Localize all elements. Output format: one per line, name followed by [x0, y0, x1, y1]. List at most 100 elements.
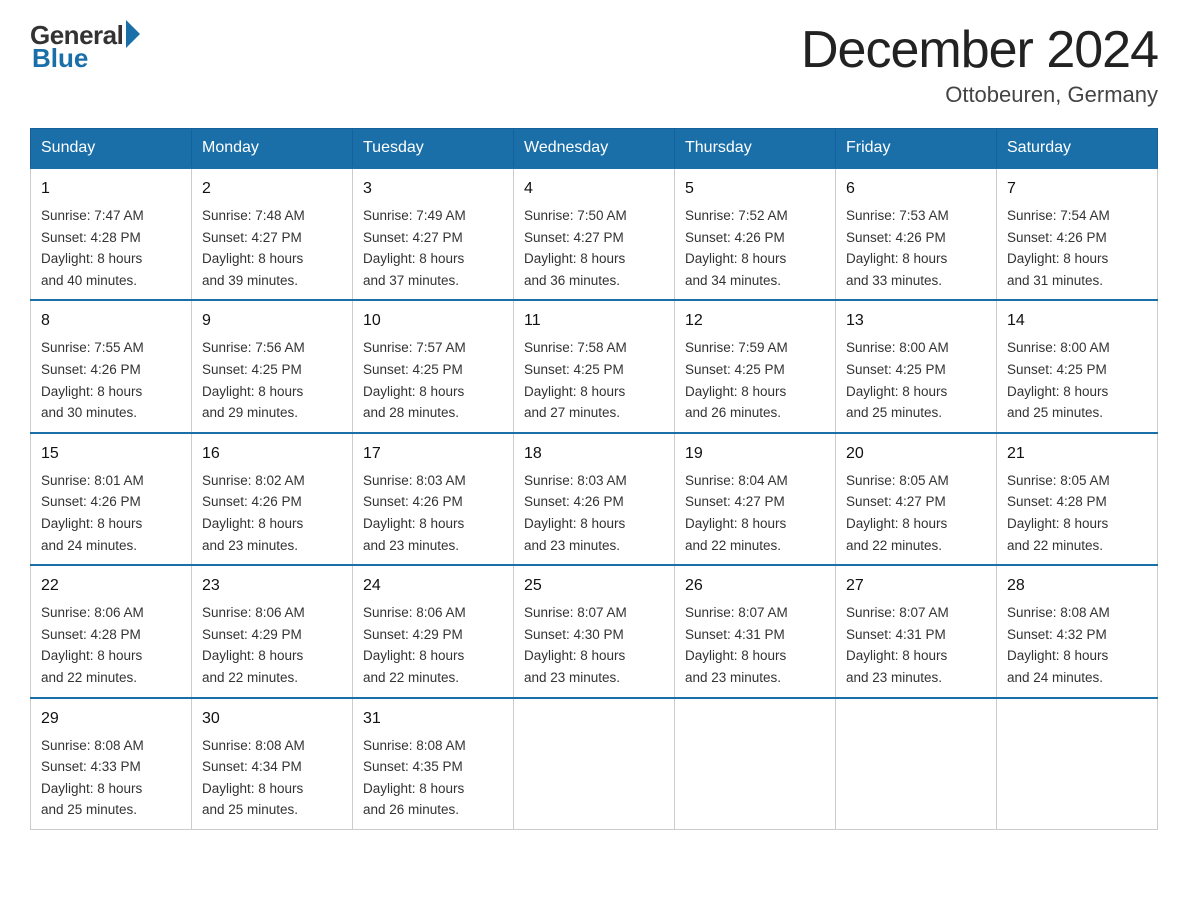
weekday-header-friday: Friday	[836, 129, 997, 169]
title-section: December 2024 Ottobeuren, Germany	[801, 20, 1158, 108]
month-title: December 2024	[801, 20, 1158, 80]
day-info: Sunrise: 8:08 AMSunset: 4:33 PMDaylight:…	[41, 735, 181, 821]
day-number: 12	[685, 309, 825, 333]
day-number: 25	[524, 574, 664, 598]
day-number: 27	[846, 574, 986, 598]
day-number: 18	[524, 442, 664, 466]
day-info: Sunrise: 8:05 AMSunset: 4:28 PMDaylight:…	[1007, 470, 1147, 556]
calendar-table: SundayMondayTuesdayWednesdayThursdayFrid…	[30, 128, 1158, 830]
day-number: 26	[685, 574, 825, 598]
day-number: 1	[41, 177, 181, 201]
calendar-cell: 12 Sunrise: 7:59 AMSunset: 4:25 PMDaylig…	[675, 300, 836, 432]
page-header: General Blue December 2024 Ottobeuren, G…	[30, 20, 1158, 108]
logo-triangle-icon	[126, 20, 140, 48]
logo-blue-text: Blue	[32, 43, 88, 74]
calendar-cell: 30 Sunrise: 8:08 AMSunset: 4:34 PMDaylig…	[192, 698, 353, 830]
day-number: 9	[202, 309, 342, 333]
day-number: 13	[846, 309, 986, 333]
calendar-cell: 27 Sunrise: 8:07 AMSunset: 4:31 PMDaylig…	[836, 565, 997, 697]
day-info: Sunrise: 8:00 AMSunset: 4:25 PMDaylight:…	[846, 337, 986, 423]
day-info: Sunrise: 8:01 AMSunset: 4:26 PMDaylight:…	[41, 470, 181, 556]
calendar-cell: 6 Sunrise: 7:53 AMSunset: 4:26 PMDayligh…	[836, 168, 997, 300]
day-info: Sunrise: 7:56 AMSunset: 4:25 PMDaylight:…	[202, 337, 342, 423]
week-row-3: 15 Sunrise: 8:01 AMSunset: 4:26 PMDaylig…	[31, 433, 1158, 565]
calendar-cell	[997, 698, 1158, 830]
day-number: 30	[202, 707, 342, 731]
day-number: 7	[1007, 177, 1147, 201]
week-row-1: 1 Sunrise: 7:47 AMSunset: 4:28 PMDayligh…	[31, 168, 1158, 300]
day-info: Sunrise: 8:06 AMSunset: 4:29 PMDaylight:…	[363, 602, 503, 688]
calendar-cell: 31 Sunrise: 8:08 AMSunset: 4:35 PMDaylig…	[353, 698, 514, 830]
calendar-cell	[514, 698, 675, 830]
calendar-cell: 19 Sunrise: 8:04 AMSunset: 4:27 PMDaylig…	[675, 433, 836, 565]
day-info: Sunrise: 7:47 AMSunset: 4:28 PMDaylight:…	[41, 205, 181, 291]
day-number: 6	[846, 177, 986, 201]
calendar-cell: 5 Sunrise: 7:52 AMSunset: 4:26 PMDayligh…	[675, 168, 836, 300]
day-info: Sunrise: 7:54 AMSunset: 4:26 PMDaylight:…	[1007, 205, 1147, 291]
calendar-cell: 11 Sunrise: 7:58 AMSunset: 4:25 PMDaylig…	[514, 300, 675, 432]
day-info: Sunrise: 8:08 AMSunset: 4:32 PMDaylight:…	[1007, 602, 1147, 688]
day-info: Sunrise: 7:57 AMSunset: 4:25 PMDaylight:…	[363, 337, 503, 423]
day-number: 10	[363, 309, 503, 333]
day-number: 14	[1007, 309, 1147, 333]
day-info: Sunrise: 8:08 AMSunset: 4:35 PMDaylight:…	[363, 735, 503, 821]
weekday-header-monday: Monday	[192, 129, 353, 169]
calendar-cell: 22 Sunrise: 8:06 AMSunset: 4:28 PMDaylig…	[31, 565, 192, 697]
day-number: 5	[685, 177, 825, 201]
day-number: 21	[1007, 442, 1147, 466]
calendar-cell: 3 Sunrise: 7:49 AMSunset: 4:27 PMDayligh…	[353, 168, 514, 300]
day-info: Sunrise: 7:59 AMSunset: 4:25 PMDaylight:…	[685, 337, 825, 423]
day-info: Sunrise: 7:49 AMSunset: 4:27 PMDaylight:…	[363, 205, 503, 291]
day-info: Sunrise: 8:07 AMSunset: 4:31 PMDaylight:…	[685, 602, 825, 688]
calendar-cell: 23 Sunrise: 8:06 AMSunset: 4:29 PMDaylig…	[192, 565, 353, 697]
day-number: 29	[41, 707, 181, 731]
day-number: 24	[363, 574, 503, 598]
day-info: Sunrise: 8:08 AMSunset: 4:34 PMDaylight:…	[202, 735, 342, 821]
calendar-cell: 13 Sunrise: 8:00 AMSunset: 4:25 PMDaylig…	[836, 300, 997, 432]
calendar-header-row: SundayMondayTuesdayWednesdayThursdayFrid…	[31, 129, 1158, 169]
calendar-cell: 25 Sunrise: 8:07 AMSunset: 4:30 PMDaylig…	[514, 565, 675, 697]
calendar-cell: 26 Sunrise: 8:07 AMSunset: 4:31 PMDaylig…	[675, 565, 836, 697]
logo: General Blue	[30, 20, 140, 74]
day-number: 8	[41, 309, 181, 333]
calendar-cell: 4 Sunrise: 7:50 AMSunset: 4:27 PMDayligh…	[514, 168, 675, 300]
day-number: 2	[202, 177, 342, 201]
day-number: 22	[41, 574, 181, 598]
day-number: 4	[524, 177, 664, 201]
day-number: 31	[363, 707, 503, 731]
week-row-2: 8 Sunrise: 7:55 AMSunset: 4:26 PMDayligh…	[31, 300, 1158, 432]
calendar-cell: 10 Sunrise: 7:57 AMSunset: 4:25 PMDaylig…	[353, 300, 514, 432]
day-info: Sunrise: 7:50 AMSunset: 4:27 PMDaylight:…	[524, 205, 664, 291]
calendar-cell: 9 Sunrise: 7:56 AMSunset: 4:25 PMDayligh…	[192, 300, 353, 432]
day-info: Sunrise: 7:52 AMSunset: 4:26 PMDaylight:…	[685, 205, 825, 291]
day-number: 28	[1007, 574, 1147, 598]
day-info: Sunrise: 8:06 AMSunset: 4:29 PMDaylight:…	[202, 602, 342, 688]
calendar-cell: 14 Sunrise: 8:00 AMSunset: 4:25 PMDaylig…	[997, 300, 1158, 432]
day-number: 11	[524, 309, 664, 333]
day-info: Sunrise: 8:07 AMSunset: 4:31 PMDaylight:…	[846, 602, 986, 688]
calendar-cell: 7 Sunrise: 7:54 AMSunset: 4:26 PMDayligh…	[997, 168, 1158, 300]
day-info: Sunrise: 7:58 AMSunset: 4:25 PMDaylight:…	[524, 337, 664, 423]
week-row-5: 29 Sunrise: 8:08 AMSunset: 4:33 PMDaylig…	[31, 698, 1158, 830]
weekday-header-sunday: Sunday	[31, 129, 192, 169]
calendar-cell: 15 Sunrise: 8:01 AMSunset: 4:26 PMDaylig…	[31, 433, 192, 565]
calendar-cell: 21 Sunrise: 8:05 AMSunset: 4:28 PMDaylig…	[997, 433, 1158, 565]
calendar-cell: 28 Sunrise: 8:08 AMSunset: 4:32 PMDaylig…	[997, 565, 1158, 697]
calendar-cell: 20 Sunrise: 8:05 AMSunset: 4:27 PMDaylig…	[836, 433, 997, 565]
day-info: Sunrise: 8:05 AMSunset: 4:27 PMDaylight:…	[846, 470, 986, 556]
day-number: 19	[685, 442, 825, 466]
day-info: Sunrise: 7:53 AMSunset: 4:26 PMDaylight:…	[846, 205, 986, 291]
calendar-cell: 24 Sunrise: 8:06 AMSunset: 4:29 PMDaylig…	[353, 565, 514, 697]
day-info: Sunrise: 7:55 AMSunset: 4:26 PMDaylight:…	[41, 337, 181, 423]
calendar-cell: 2 Sunrise: 7:48 AMSunset: 4:27 PMDayligh…	[192, 168, 353, 300]
calendar-cell	[836, 698, 997, 830]
location: Ottobeuren, Germany	[801, 82, 1158, 108]
day-info: Sunrise: 8:03 AMSunset: 4:26 PMDaylight:…	[363, 470, 503, 556]
day-number: 20	[846, 442, 986, 466]
day-info: Sunrise: 8:06 AMSunset: 4:28 PMDaylight:…	[41, 602, 181, 688]
day-info: Sunrise: 8:04 AMSunset: 4:27 PMDaylight:…	[685, 470, 825, 556]
day-info: Sunrise: 8:02 AMSunset: 4:26 PMDaylight:…	[202, 470, 342, 556]
calendar-cell	[675, 698, 836, 830]
calendar-cell: 29 Sunrise: 8:08 AMSunset: 4:33 PMDaylig…	[31, 698, 192, 830]
day-number: 17	[363, 442, 503, 466]
